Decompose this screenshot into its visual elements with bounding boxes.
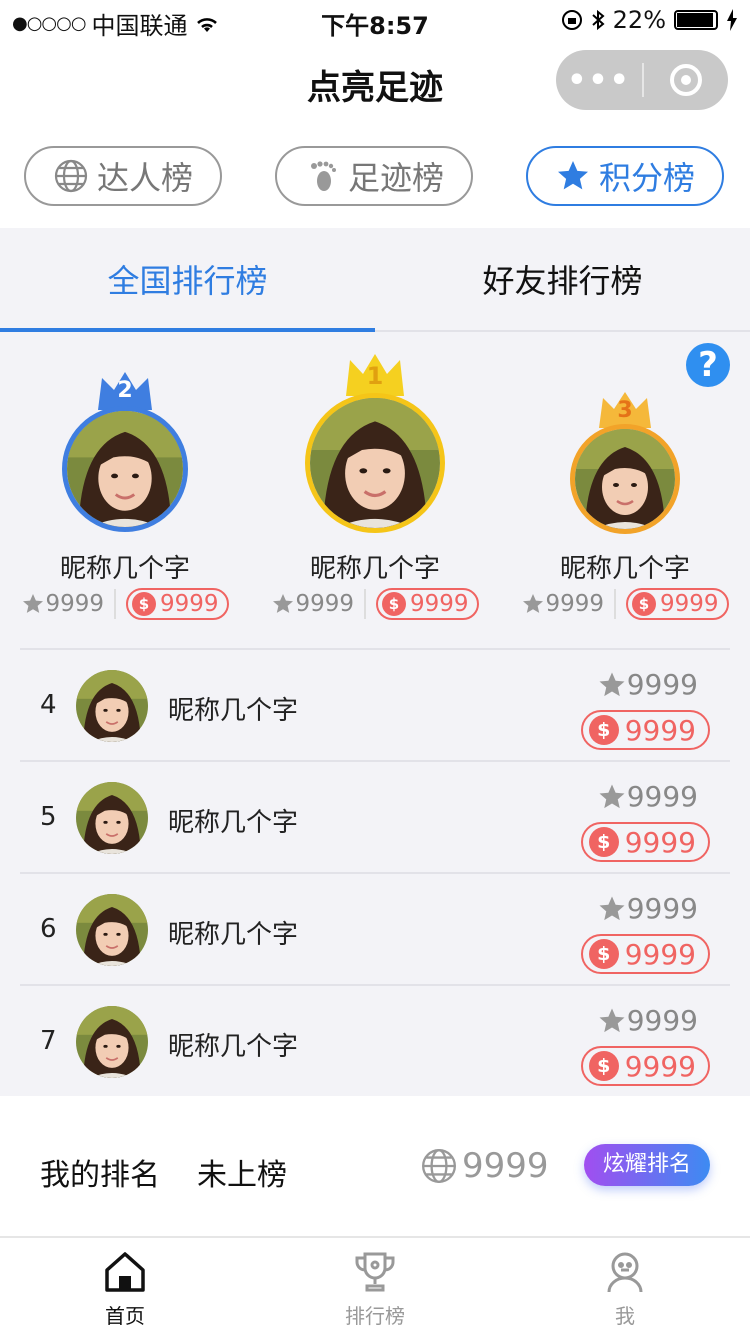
rank-number: 1: [366, 362, 384, 390]
coin-score: $9999: [626, 588, 729, 620]
coin-icon: $: [132, 592, 156, 616]
list-item[interactable]: 4 昵称几个字 9999 $9999: [20, 648, 730, 760]
coin-score: $9999: [126, 588, 229, 620]
star-icon: [597, 894, 627, 924]
tab-label: 达人榜: [96, 159, 193, 197]
tab-label: 足迹榜: [347, 159, 444, 197]
star-score: 9999: [521, 591, 604, 617]
coin-score: $9999: [580, 1046, 710, 1086]
rank-number: 3: [617, 398, 633, 423]
close-miniprogram-button[interactable]: [644, 64, 728, 96]
list-item[interactable]: 7 昵称几个字 9999 $9999: [20, 984, 730, 1096]
player-name: 昵称几个字: [309, 554, 440, 584]
status-bar: ●○○○○ 中国联通 下午8:57 22%: [0, 0, 750, 40]
coin-icon: $: [632, 592, 656, 616]
star-score: 9999: [271, 591, 354, 617]
star-icon: [555, 158, 591, 194]
tab-me[interactable]: 我: [500, 1248, 750, 1329]
rank-number: 4: [40, 690, 57, 720]
coin-icon: $: [588, 1051, 619, 1081]
player-name: 昵称几个字: [59, 554, 190, 584]
tab-home[interactable]: 首页: [0, 1248, 250, 1329]
avatar[interactable]: [62, 406, 188, 532]
rank-number: 6: [40, 914, 57, 944]
star-icon: [21, 592, 45, 616]
player-name: 昵称几个字: [168, 808, 299, 838]
ranking-type-tabs: 达人榜 足迹榜 积分榜: [0, 128, 750, 228]
coin-icon: $: [382, 592, 406, 616]
target-icon: [670, 64, 702, 96]
avatar: [76, 782, 148, 854]
star-icon: [597, 1006, 627, 1036]
divider: [114, 589, 116, 619]
scope-tabs: 全国排行榜 好友排行榜: [0, 228, 750, 332]
tab-friends-rank[interactable]: 好友排行榜: [375, 256, 750, 302]
footprint-icon: [310, 161, 336, 191]
player-name: 昵称几个字: [168, 1032, 299, 1062]
globe-icon: [420, 1147, 458, 1185]
tab-label: 积分榜: [598, 159, 695, 197]
trophy-icon: [355, 1252, 395, 1292]
coin-score: $9999: [580, 934, 710, 974]
star-score: 9999: [597, 892, 698, 925]
coin-icon: $: [588, 939, 619, 969]
home-icon: [105, 1252, 145, 1292]
my-rank-status: 未上榜: [197, 1158, 287, 1193]
rank-number: 2: [117, 378, 133, 403]
tab-expert-rank[interactable]: 达人榜: [24, 146, 222, 206]
avatar: [76, 1006, 148, 1078]
bluetooth-icon: [591, 9, 605, 31]
rotation-lock-icon: [561, 10, 582, 30]
divider: [364, 589, 366, 619]
globe-icon: [53, 158, 89, 194]
star-score: 9999: [597, 780, 698, 813]
more-button[interactable]: •••: [556, 63, 642, 98]
avatar[interactable]: [570, 424, 680, 534]
coin-score: $9999: [376, 588, 479, 620]
my-score: 9999: [420, 1146, 549, 1186]
my-rank-label: 我的排名: [40, 1158, 160, 1193]
coin-score: $9999: [580, 822, 710, 862]
list-item[interactable]: 6 昵称几个字 9999 $9999: [20, 872, 730, 984]
help-icon[interactable]: ?: [686, 343, 730, 387]
active-tab-indicator: [0, 328, 375, 332]
star-icon: [597, 670, 627, 700]
star-score: 9999: [597, 1004, 698, 1037]
share-rank-button[interactable]: 炫耀排名: [584, 1144, 710, 1186]
tab-points-rank[interactable]: 积分榜: [526, 146, 724, 206]
battery-icon: [674, 10, 718, 30]
star-icon: [521, 592, 545, 616]
charging-icon: [727, 9, 737, 31]
rank-number: 7: [40, 1026, 57, 1056]
nav-bar: 点亮足迹 •••: [0, 40, 750, 128]
list-item[interactable]: 5 昵称几个字 9999 $9999: [20, 760, 730, 872]
star-icon: [271, 592, 295, 616]
coin-icon: $: [588, 827, 619, 857]
coin-icon: $: [588, 715, 619, 745]
avatar: [76, 670, 148, 742]
divider: [614, 589, 616, 619]
player-name: 昵称几个字: [168, 696, 299, 726]
tab-national-rank[interactable]: 全国排行榜: [0, 256, 375, 302]
bottom-tab-bar: 首页 排行榜 我: [0, 1236, 750, 1334]
star-score: 9999: [21, 591, 104, 617]
avatar: [76, 894, 148, 966]
tab-ranking[interactable]: 排行榜: [250, 1248, 500, 1329]
player-name: 昵称几个字: [168, 920, 299, 950]
coin-score: $9999: [580, 710, 710, 750]
tab-footprint-rank[interactable]: 足迹榜: [275, 146, 473, 206]
battery-percent: 22%: [612, 6, 666, 34]
avatar[interactable]: [305, 393, 445, 533]
rank-number: 5: [40, 802, 57, 832]
miniprogram-capsule: •••: [556, 50, 728, 110]
star-icon: [597, 782, 627, 812]
player-name: 昵称几个字: [559, 554, 690, 584]
user-icon: [607, 1252, 643, 1293]
my-rank-bar: 我的排名 未上榜 9999 炫耀排名: [0, 1096, 750, 1236]
star-score: 9999: [597, 668, 698, 701]
